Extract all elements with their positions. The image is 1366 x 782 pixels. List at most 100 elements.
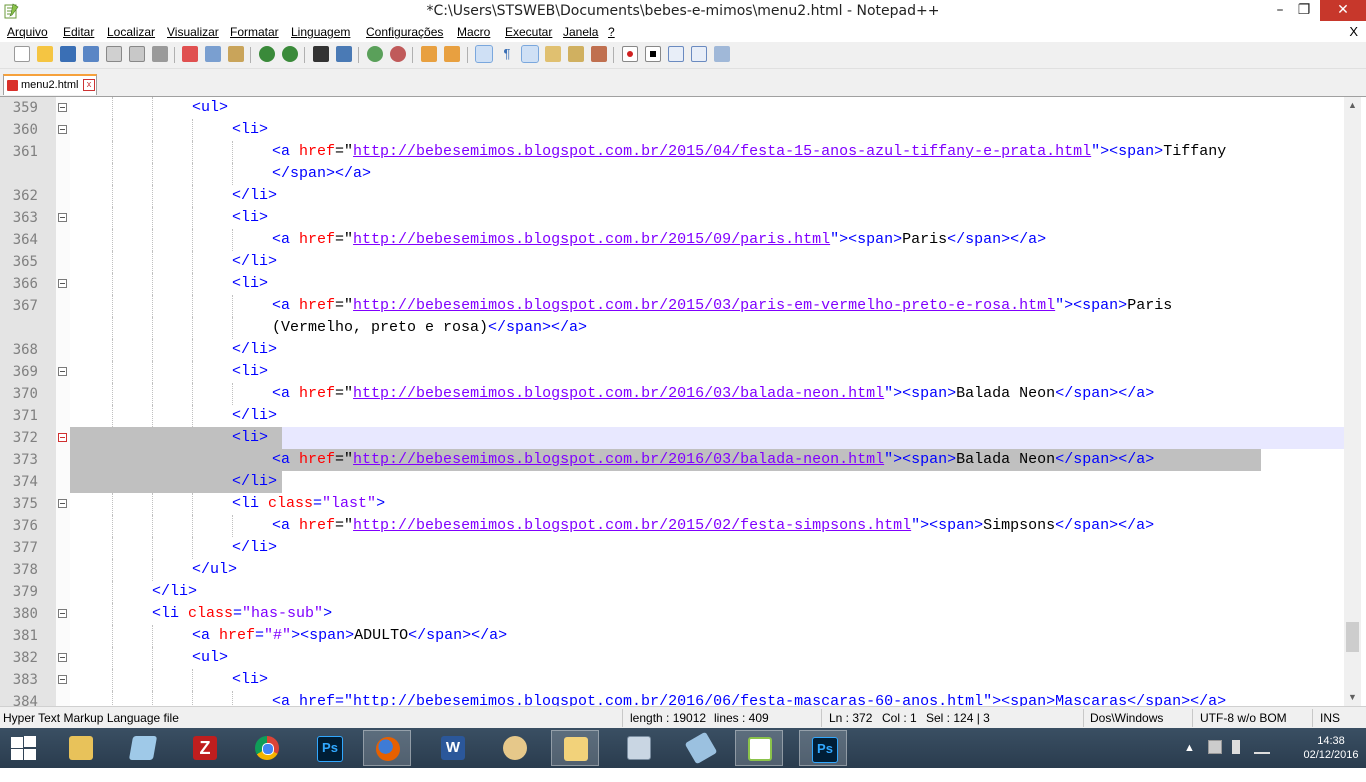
taskbar-clock[interactable]: 14:38 02/12/2016 <box>1302 734 1360 762</box>
taskbar-file-explorer[interactable] <box>57 730 105 766</box>
replace-icon[interactable] <box>336 46 352 62</box>
vertical-scrollbar[interactable]: ▲ ▼ <box>1344 97 1361 706</box>
code-line[interactable]: 380 <li class="has-sub"> <box>0 603 1344 625</box>
show-all-characters-icon[interactable]: ¶ <box>499 46 515 62</box>
code-line[interactable]: 373 <a href="http://bebesemimos.blogspot.… <box>0 449 1344 471</box>
fold-toggle-icon[interactable] <box>58 125 67 134</box>
play-macro-icon[interactable] <box>668 46 684 62</box>
scroll-up-icon[interactable]: ▲ <box>1344 97 1361 114</box>
code-line[interactable]: 362 </li> <box>0 185 1344 207</box>
word-wrap-icon[interactable] <box>475 45 493 63</box>
fold-toggle-icon[interactable] <box>58 609 67 618</box>
taskbar-chrome[interactable] <box>243 730 291 766</box>
taskbar-filezilla[interactable]: Z <box>181 730 229 766</box>
code-line[interactable]: 364 <a href="http://bebesemimos.blogspot.… <box>0 229 1344 251</box>
zoom-out-icon[interactable] <box>390 46 406 62</box>
find-icon[interactable] <box>313 46 329 62</box>
paste-icon[interactable] <box>228 46 244 62</box>
taskbar-photoshop-2[interactable]: Ps <box>799 730 847 766</box>
scroll-down-icon[interactable]: ▼ <box>1344 689 1361 706</box>
menu-editar[interactable]: Editar <box>63 25 94 39</box>
code-line[interactable]: 365 </li> <box>0 251 1344 273</box>
taskbar-notepad-plus-plus[interactable] <box>735 730 783 766</box>
menu-visualizar[interactable]: Visualizar <box>167 25 219 39</box>
code-line[interactable]: 383 <li> <box>0 669 1344 691</box>
code-line[interactable]: 376 <a href="http://bebesemimos.blogspot.… <box>0 515 1344 537</box>
code-line[interactable]: 377 </li> <box>0 537 1344 559</box>
signal-strength-icon[interactable] <box>1254 740 1270 754</box>
cut-icon[interactable] <box>182 46 198 62</box>
fold-toggle-icon[interactable] <box>58 433 67 442</box>
fold-toggle-icon[interactable] <box>58 653 67 662</box>
code-line[interactable]: 371 </li> <box>0 405 1344 427</box>
menu-janela[interactable]: Janela <box>563 25 598 39</box>
taskbar-firefox[interactable] <box>363 730 411 766</box>
code-line[interactable]: 366 <li> <box>0 273 1344 295</box>
run-macro-multiple-icon[interactable] <box>691 46 707 62</box>
zoom-in-icon[interactable] <box>367 46 383 62</box>
record-macro-icon[interactable] <box>622 46 638 62</box>
save-macro-icon[interactable] <box>714 46 730 62</box>
copy-icon[interactable] <box>205 46 221 62</box>
fold-toggle-icon[interactable] <box>58 213 67 222</box>
menu-configuracoes[interactable]: Configurações <box>366 25 443 39</box>
code-line[interactable]: 369 <li> <box>0 361 1344 383</box>
taskbar-notepad[interactable] <box>119 730 167 766</box>
close-file-icon[interactable] <box>106 46 122 62</box>
code-line[interactable]: 360 <li> <box>0 119 1344 141</box>
doc-map-icon[interactable] <box>545 46 561 62</box>
indent-guide-icon[interactable] <box>521 45 539 63</box>
undo-icon[interactable] <box>259 46 275 62</box>
code-line[interactable]: 381 <a href="#"><span>ADULTO</span></a> <box>0 625 1344 647</box>
code-line[interactable]: 375 <li class="last"> <box>0 493 1344 515</box>
battery-icon[interactable] <box>1232 740 1240 754</box>
scroll-thumb[interactable] <box>1346 622 1359 652</box>
code-line[interactable]: 378 </ul> <box>0 559 1344 581</box>
folder-workspace-icon[interactable] <box>591 46 607 62</box>
print-icon[interactable] <box>152 46 168 62</box>
taskbar-photoshop[interactable]: Ps <box>305 730 353 766</box>
open-file-icon[interactable] <box>37 46 53 62</box>
fold-toggle-icon[interactable] <box>58 279 67 288</box>
code-line[interactable]: 367 <a href="http://bebesemimos.blogspot.… <box>0 295 1344 317</box>
code-line[interactable]: 363 <li> <box>0 207 1344 229</box>
stop-recording-icon[interactable] <box>645 46 661 62</box>
menu-macro[interactable]: Macro <box>457 25 490 39</box>
sync-horizontal-icon[interactable] <box>444 46 460 62</box>
code-line[interactable]: 370 <a href="http://bebesemimos.blogspot.… <box>0 383 1344 405</box>
code-line[interactable]: (Vermelho, preto e rosa)</span></a> <box>0 317 1344 339</box>
code-line[interactable]: 382 <ul> <box>0 647 1344 669</box>
code-line[interactable]: 379 </li> <box>0 581 1344 603</box>
code-line[interactable]: </span></a> <box>0 163 1344 185</box>
tab-menu2-html[interactable]: menu2.html x <box>3 74 97 95</box>
menu-arquivo[interactable]: Arquivo <box>7 25 48 39</box>
new-file-icon[interactable] <box>14 46 30 62</box>
tray-up-arrow-icon[interactable]: ▲ <box>1184 742 1195 782</box>
menu-executar[interactable]: Executar <box>505 25 552 39</box>
close-button[interactable]: ✕ <box>1320 0 1366 21</box>
redo-icon[interactable] <box>282 46 298 62</box>
network-warning-icon[interactable] <box>1208 740 1222 754</box>
fold-toggle-icon[interactable] <box>58 675 67 684</box>
taskbar-mail[interactable] <box>551 730 599 766</box>
taskbar-calculator[interactable] <box>615 730 663 766</box>
taskbar-scanner[interactable] <box>677 730 725 766</box>
fold-toggle-icon[interactable] <box>58 499 67 508</box>
code-line[interactable]: 359 <ul> <box>0 97 1344 119</box>
menu-help[interactable]: ? <box>608 25 615 39</box>
code-line[interactable]: 368 </li> <box>0 339 1344 361</box>
menu-linguagem[interactable]: Linguagem <box>291 25 350 39</box>
close-document-button[interactable]: X <box>1349 24 1358 39</box>
taskbar-paint[interactable] <box>491 730 539 766</box>
close-all-icon[interactable] <box>129 46 145 62</box>
save-icon[interactable] <box>60 46 76 62</box>
fold-toggle-icon[interactable] <box>58 367 67 376</box>
save-all-icon[interactable] <box>83 46 99 62</box>
sync-vertical-icon[interactable] <box>421 46 437 62</box>
function-list-icon[interactable] <box>568 46 584 62</box>
code-editor[interactable]: 359 <ul> 360 <li> 361 <a href="http://bebesem… <box>0 97 1366 706</box>
start-button[interactable] <box>10 736 38 760</box>
maximize-button[interactable]: ❐ <box>1288 0 1320 21</box>
tab-close-button[interactable]: x <box>83 79 95 91</box>
menu-localizar[interactable]: Localizar <box>107 25 155 39</box>
